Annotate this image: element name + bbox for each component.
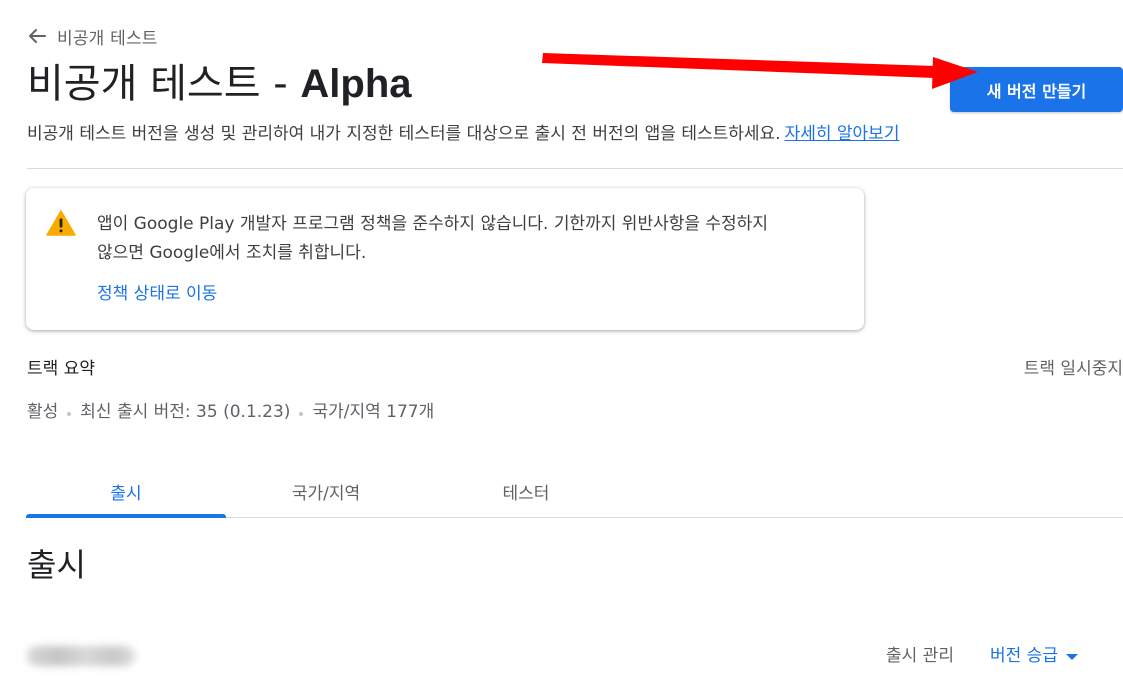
back-link[interactable]: 비공개 테스트 [27,24,158,49]
track-summary-label: 트랙 요약 [27,359,95,379]
promote-release-dropdown[interactable]: 버전 승급 [990,642,1078,670]
arrow-back-icon [27,26,47,46]
tab-testers[interactable]: 테스터 [426,467,626,515]
tab-label: 출시 [110,483,142,504]
caret-down-icon [1065,642,1078,670]
releases-section-title: 출시 [27,546,86,584]
tab-releases[interactable]: 출시 [26,467,226,518]
tab-label: 테스터 [502,483,550,504]
policy-warning-card: 앱이 Google Play 개발자 프로그램 정책을 준수하지 않습니다. 기… [26,188,864,330]
separator-dot [67,412,72,416]
page-description: 비공개 테스트 버전을 생성 및 관리하여 내가 지정한 테스터를 대상으로 출… [27,120,899,148]
pause-track-button[interactable]: 트랙 일시중지 [1024,356,1123,382]
policy-status-link[interactable]: 정책 상태로 이동 [97,280,217,308]
redacted-release-name [27,646,135,666]
create-release-button[interactable]: 새 버전 만들기 [950,67,1123,112]
latest-release-version: 최신 출시 버전: 35 (0.1.23) [80,402,291,422]
description-text: 비공개 테스트 버전을 생성 및 관리하여 내가 지정한 테스터를 대상으로 출… [27,124,781,144]
country-count: 국가/지역 177개 [312,402,435,422]
page-title-ko: 비공개 테스트 - [27,61,301,107]
track-tabs: 출시 국가/지역 테스터 [26,467,1123,518]
promote-release-label: 버전 승급 [990,646,1058,666]
back-label: 비공개 테스트 [57,28,158,49]
tab-label: 국가/지역 [291,483,361,504]
header-divider [27,168,1123,169]
warning-message: 앱이 Google Play 개발자 프로그램 정책을 준수하지 않습니다. 기… [97,210,837,268]
separator-dot [299,412,304,416]
warning-icon [46,210,76,236]
track-status: 활성 [27,402,59,422]
warning-message-line: 않으면 Google에서 조치를 취합니다. [97,243,367,263]
page: 비공개 테스트 비공개 테스트 - Alpha 새 버전 만들기 비공개 테스트… [0,0,1123,682]
tab-countries[interactable]: 국가/지역 [226,467,426,515]
page-title-track: Alpha [300,62,412,106]
track-meta: 활성 최신 출시 버전: 35 (0.1.23) 국가/지역 177개 [27,399,434,425]
manage-release-button[interactable]: 출시 관리 [886,642,954,670]
learn-more-link[interactable]: 자세히 알아보기 [785,124,900,144]
page-title: 비공개 테스트 - Alpha [27,56,412,112]
warning-message-line: 앱이 Google Play 개발자 프로그램 정책을 준수하지 않습니다. 기… [97,214,768,234]
active-tab-indicator [26,514,226,518]
